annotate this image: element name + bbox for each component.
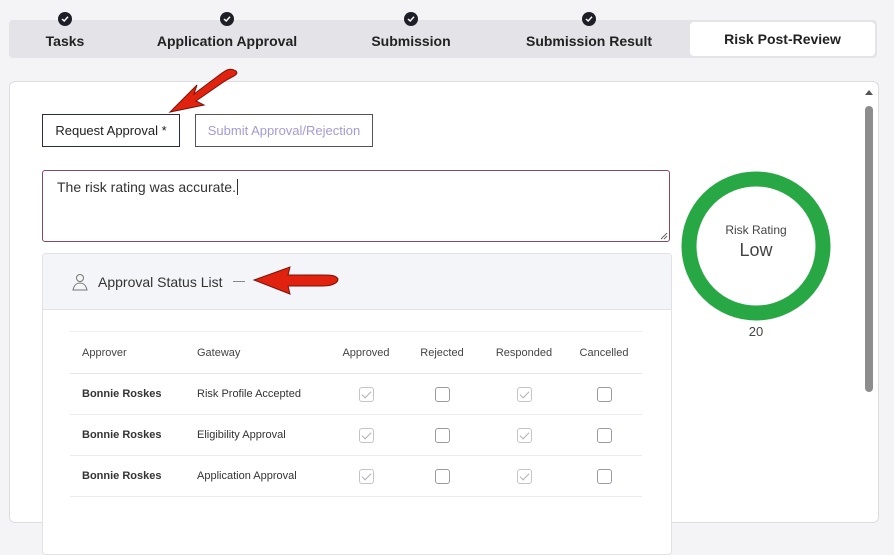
comment-text: The risk rating was accurate.	[57, 179, 236, 195]
cancelled-checkbox[interactable]	[596, 427, 612, 443]
rejected-checkbox[interactable]	[434, 427, 450, 443]
annotation-arrow-icon	[252, 266, 339, 295]
comment-textarea[interactable]: The risk rating was accurate.	[42, 170, 670, 242]
rejected-checkbox[interactable]	[434, 468, 450, 484]
approved-checkbox[interactable]	[358, 427, 374, 443]
col-gateway: Gateway	[196, 331, 330, 374]
table-row: Bonnie Roskes Risk Profile Accepted	[70, 373, 642, 415]
risk-post-review-card: Request Approval * Submit Approval/Rejec…	[9, 81, 879, 555]
gateway-cell: Risk Profile Accepted	[196, 373, 330, 415]
collapse-icon[interactable]	[232, 281, 245, 282]
step-submission[interactable]: Submission	[333, 12, 489, 58]
approved-checkbox[interactable]	[358, 468, 374, 484]
rejected-checkbox[interactable]	[434, 386, 450, 402]
approval-status-panel: Approval Status List Approver Gateway Ap…	[42, 253, 672, 555]
step-tasks[interactable]: Tasks	[9, 12, 121, 58]
approval-status-header[interactable]: Approval Status List	[43, 254, 671, 310]
col-rejected: Rejected	[402, 331, 482, 374]
risk-score: 20	[748, 324, 764, 339]
responded-checkbox[interactable]	[516, 386, 532, 402]
person-icon	[72, 273, 88, 290]
gateway-cell: Application Approval	[196, 455, 330, 497]
vertical-scrollbar[interactable]	[862, 86, 876, 516]
responded-checkbox[interactable]	[516, 427, 532, 443]
gateway-cell: Eligibility Approval	[196, 414, 330, 456]
cancelled-checkbox[interactable]	[596, 468, 612, 484]
scrollbar-thumb[interactable]	[865, 106, 873, 392]
col-responded: Responded	[482, 331, 566, 374]
step-submission-result[interactable]: Submission Result	[489, 12, 689, 58]
approver-cell: Bonnie Roskes	[70, 414, 196, 456]
risk-rating-label: Risk Rating	[725, 223, 787, 237]
approval-status-title: Approval Status List	[98, 273, 223, 290]
table-row: Bonnie Roskes Application Approval	[70, 455, 642, 497]
approver-cell: Bonnie Roskes	[70, 373, 196, 415]
approval-status-table: Approver Gateway Approved Rejected Respo…	[70, 331, 642, 497]
cancelled-checkbox[interactable]	[596, 386, 612, 402]
col-cancelled: Cancelled	[566, 331, 642, 374]
table-header-row: Approver Gateway Approved Rejected Respo…	[70, 331, 642, 374]
text-caret	[236, 179, 238, 195]
responded-checkbox[interactable]	[516, 468, 532, 484]
approver-cell: Bonnie Roskes	[70, 455, 196, 497]
progress-stepper: Tasks Application Approval Submission Su…	[9, 12, 877, 58]
risk-rating-value: Low	[739, 240, 773, 260]
check-circle-icon	[220, 12, 234, 26]
check-circle-icon	[404, 12, 418, 26]
table-row: Bonnie Roskes Eligibility Approval	[70, 414, 642, 456]
col-approver: Approver	[70, 331, 196, 374]
check-circle-icon	[582, 12, 596, 26]
scroll-up-arrow-icon[interactable]	[865, 90, 873, 95]
col-approved: Approved	[330, 331, 402, 374]
resize-handle-icon[interactable]	[660, 232, 668, 240]
approved-checkbox[interactable]	[358, 386, 374, 402]
step-application-approval[interactable]: Application Approval	[121, 12, 333, 58]
check-circle-icon	[58, 12, 72, 26]
annotation-arrow-icon	[168, 68, 238, 113]
step-risk-post-review[interactable]: Risk Post-Review	[690, 22, 875, 56]
